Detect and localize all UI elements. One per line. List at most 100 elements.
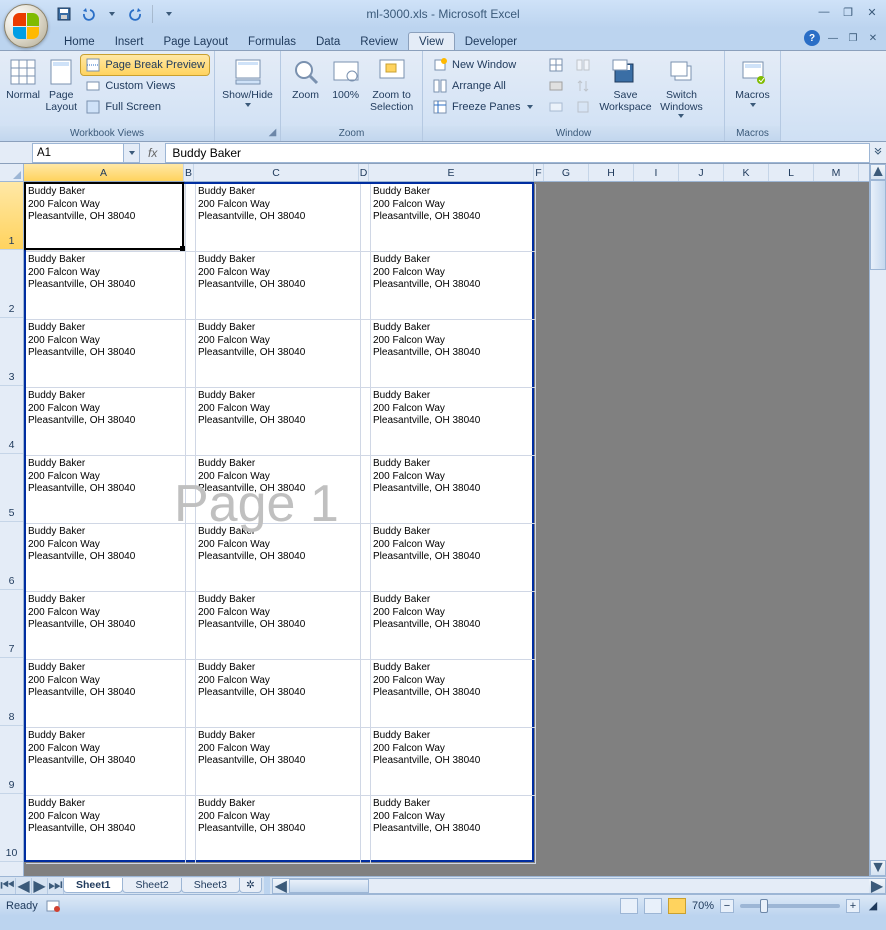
name-box[interactable]: A1 (32, 143, 140, 163)
cell[interactable] (361, 592, 371, 660)
cell[interactable] (186, 456, 196, 524)
cell[interactable]: Buddy Baker200 Falcon WayPleasantville, … (371, 660, 536, 728)
cell[interactable]: Buddy Baker200 Falcon WayPleasantville, … (371, 252, 536, 320)
cell[interactable] (186, 184, 196, 252)
cell[interactable]: Buddy Baker200 Falcon WayPleasantville, … (26, 388, 186, 456)
cell[interactable] (361, 456, 371, 524)
macro-record-icon[interactable] (46, 899, 60, 913)
column-header-H[interactable]: H (589, 164, 634, 181)
cell[interactable] (361, 728, 371, 796)
normal-view-button[interactable]: Normal (4, 54, 42, 104)
cell[interactable]: Buddy Baker200 Falcon WayPleasantville, … (371, 388, 536, 456)
mdi-minimize[interactable]: — (826, 31, 840, 45)
column-header-B[interactable]: B (184, 164, 194, 181)
cell[interactable] (186, 388, 196, 456)
zoom-slider[interactable] (740, 904, 840, 908)
sheet-tab-sheet2[interactable]: Sheet2 (122, 878, 181, 893)
sheet-tab-sheet1[interactable]: Sheet1 (63, 878, 123, 893)
group-launcher-icon[interactable]: ◢ (267, 127, 278, 138)
cell[interactable]: Buddy Baker200 Falcon WayPleasantville, … (196, 388, 361, 456)
column-header-L[interactable]: L (769, 164, 814, 181)
cell[interactable]: Buddy Baker200 Falcon WayPleasantville, … (26, 184, 186, 252)
row-header-7[interactable]: 7 (0, 590, 23, 658)
cell[interactable]: Buddy Baker200 Falcon WayPleasantville, … (26, 524, 186, 592)
cell[interactable]: Buddy Baker200 Falcon WayPleasantville, … (196, 592, 361, 660)
cell[interactable] (186, 524, 196, 592)
cell[interactable]: Buddy Baker200 Falcon WayPleasantville, … (371, 728, 536, 796)
sync-scroll-button[interactable] (571, 76, 595, 96)
row-header-8[interactable]: 8 (0, 658, 23, 726)
cell[interactable]: Buddy Baker200 Falcon WayPleasantville, … (26, 592, 186, 660)
horizontal-scrollbar[interactable]: ◀ ▶ (272, 878, 886, 894)
zoom-button[interactable]: Zoom (285, 54, 326, 104)
column-header-A[interactable]: A (24, 164, 184, 181)
cell[interactable] (361, 184, 371, 252)
qat-undo-more[interactable] (102, 4, 122, 24)
help-icon[interactable]: ? (804, 30, 820, 46)
cell[interactable] (186, 728, 196, 796)
row-header-9[interactable]: 9 (0, 726, 23, 794)
cell[interactable]: Buddy Baker200 Falcon WayPleasantville, … (196, 252, 361, 320)
new-window-button[interactable]: New Window (428, 55, 537, 75)
column-header-E[interactable]: E (369, 164, 534, 181)
switch-windows-button[interactable]: Switch Windows (654, 54, 708, 120)
cell[interactable]: Buddy Baker200 Falcon WayPleasantville, … (371, 456, 536, 524)
cell[interactable]: Buddy Baker200 Falcon WayPleasantville, … (26, 796, 186, 864)
window-close[interactable]: ✕ (862, 4, 882, 20)
tab-nav-last[interactable]: ⏭ (48, 878, 64, 894)
cell[interactable]: Buddy Baker200 Falcon WayPleasantville, … (26, 320, 186, 388)
freeze-panes-button[interactable]: Freeze Panes (428, 97, 537, 117)
column-header-M[interactable]: M (814, 164, 859, 181)
scroll-down-button[interactable]: ▼ (870, 860, 886, 876)
status-resize-grip[interactable]: ◢ (866, 899, 880, 913)
scroll-up-button[interactable]: ▲ (870, 164, 886, 180)
cell[interactable]: Buddy Baker200 Falcon WayPleasantville, … (371, 796, 536, 864)
cell[interactable] (361, 524, 371, 592)
cell[interactable]: Buddy Baker200 Falcon WayPleasantville, … (371, 592, 536, 660)
cell[interactable]: Buddy Baker200 Falcon WayPleasantville, … (196, 320, 361, 388)
hscroll-thumb[interactable] (289, 879, 369, 893)
zoom-percent[interactable]: 70% (692, 900, 714, 912)
cell[interactable]: Buddy Baker200 Falcon WayPleasantville, … (26, 660, 186, 728)
cell[interactable]: Buddy Baker200 Falcon WayPleasantville, … (371, 524, 536, 592)
unhide-window-button[interactable] (544, 97, 568, 117)
tab-page-layout[interactable]: Page Layout (153, 33, 238, 50)
tab-formulas[interactable]: Formulas (238, 33, 306, 50)
tab-developer[interactable]: Developer (455, 33, 527, 50)
cell[interactable] (186, 320, 196, 388)
cell[interactable] (186, 660, 196, 728)
row-header-4[interactable]: 4 (0, 386, 23, 454)
hide-window-button[interactable] (544, 76, 568, 96)
row-header-1[interactable]: 1 (0, 182, 23, 250)
window-minimize[interactable]: — (814, 4, 834, 20)
zoom-100-button[interactable]: 100% (326, 54, 365, 104)
zoom-slider-thumb[interactable] (760, 899, 768, 913)
tab-insert[interactable]: Insert (105, 33, 154, 50)
insert-sheet-tab[interactable]: ✲ (239, 878, 262, 893)
formula-bar-expand[interactable] (870, 143, 886, 163)
tab-split-handle[interactable] (264, 877, 270, 894)
split-button[interactable] (544, 55, 568, 75)
tab-view[interactable]: View (408, 32, 455, 50)
row-header-5[interactable]: 5 (0, 454, 23, 522)
name-box-dropdown[interactable] (123, 144, 139, 162)
mdi-close[interactable]: ✕ (866, 31, 880, 45)
cell[interactable]: Buddy Baker200 Falcon WayPleasantville, … (196, 184, 361, 252)
cell[interactable]: Buddy Baker200 Falcon WayPleasantville, … (371, 184, 536, 252)
page-layout-button[interactable]: Page Layout (42, 54, 80, 115)
cell[interactable] (186, 252, 196, 320)
cell[interactable] (361, 388, 371, 456)
cell[interactable]: Buddy Baker200 Falcon WayPleasantville, … (371, 320, 536, 388)
zoom-out-button[interactable]: − (720, 899, 734, 913)
qat-customize[interactable] (159, 4, 179, 24)
tab-review[interactable]: Review (350, 33, 408, 50)
cell[interactable]: Buddy Baker200 Falcon WayPleasantville, … (196, 660, 361, 728)
cell[interactable] (186, 592, 196, 660)
select-all-button[interactable] (0, 164, 23, 182)
row-header-2[interactable]: 2 (0, 250, 23, 318)
vscroll-thumb[interactable] (870, 180, 886, 270)
tab-nav-next[interactable]: ▶ (32, 878, 48, 894)
column-header-J[interactable]: J (679, 164, 724, 181)
column-header-I[interactable]: I (634, 164, 679, 181)
window-restore[interactable]: ❐ (838, 4, 858, 20)
